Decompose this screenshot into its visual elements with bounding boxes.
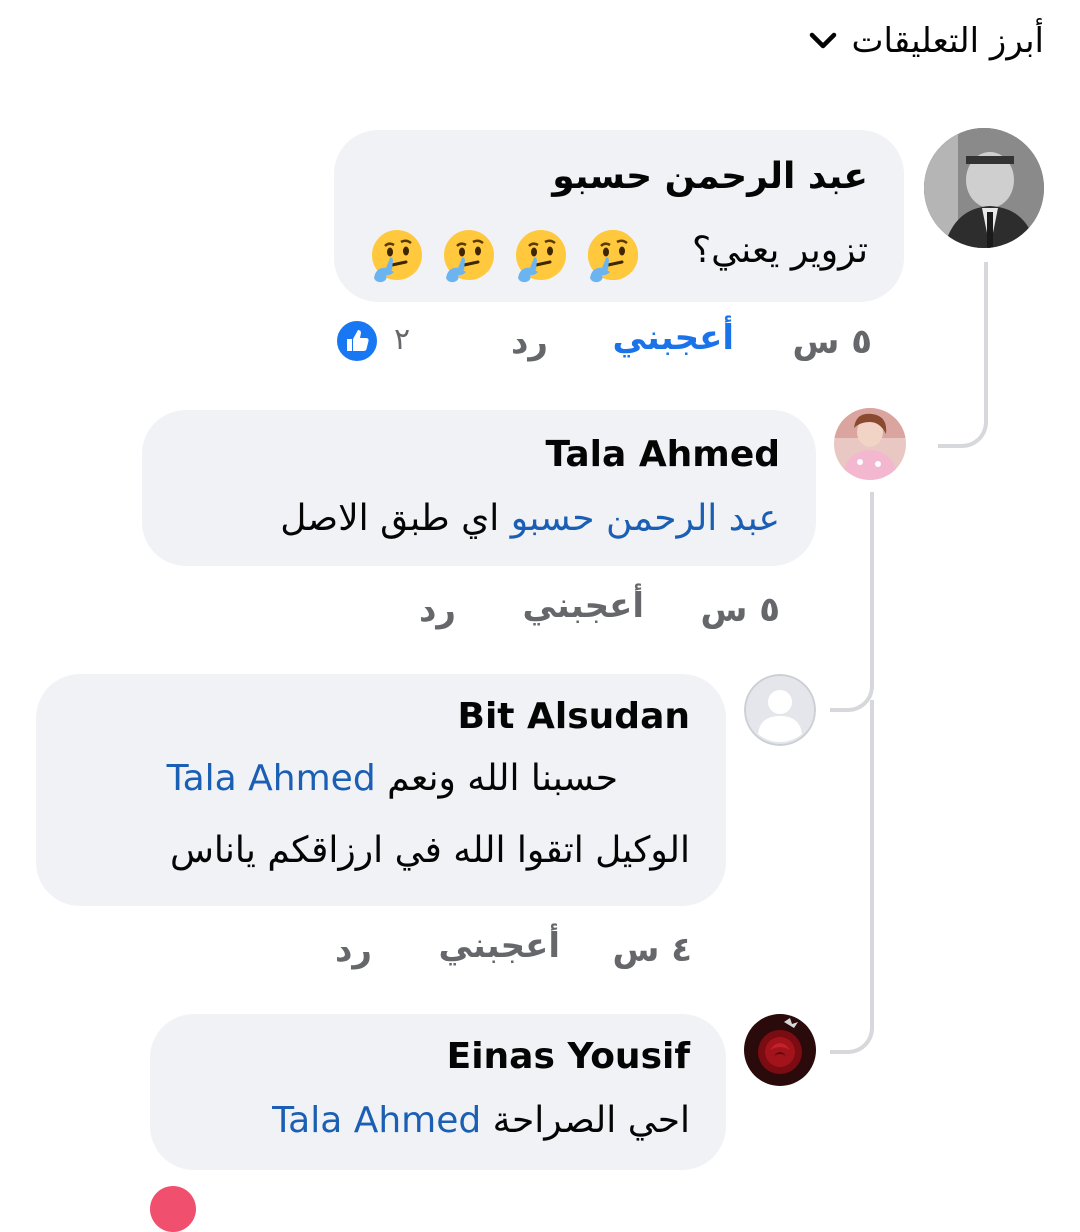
comment-author[interactable]: Bit Alsudan bbox=[458, 696, 690, 737]
comment-bubble: Einas Yousif احي الصراحة Tala Ahmed bbox=[150, 1014, 726, 1170]
comment-text-line: احي الصراحة Tala Ahmed bbox=[272, 1100, 690, 1141]
mention-link[interactable]: عبد الرحمن حسبو bbox=[511, 498, 780, 539]
comment-time[interactable]: ٥ س bbox=[792, 322, 872, 362]
thinking-face-icon bbox=[516, 230, 566, 283]
thinking-face-icon bbox=[588, 230, 638, 283]
comment-time[interactable]: ٥ س bbox=[700, 590, 780, 630]
avatar[interactable] bbox=[744, 674, 816, 746]
thread-line-reply-2 bbox=[830, 700, 874, 1054]
reply-button[interactable]: رد bbox=[419, 590, 456, 630]
comment-bubble: Tala Ahmed عبد الرحمن حسبو اي طبق الاصل bbox=[142, 410, 816, 566]
reply-button[interactable]: رد bbox=[335, 930, 372, 970]
sort-comments-dropdown[interactable]: أبرز التعليقات bbox=[808, 14, 1044, 68]
thread-line-reply-1 bbox=[830, 492, 874, 712]
avatar[interactable] bbox=[924, 128, 1044, 248]
reaction-count[interactable]: ٢ bbox=[394, 322, 410, 357]
comment-text-line: حسبنا الله ونعم Tala Ahmed bbox=[167, 758, 618, 799]
like-button[interactable]: أعجبني bbox=[612, 318, 734, 358]
like-button[interactable]: أعجبني bbox=[522, 586, 644, 626]
reply-button[interactable]: رد bbox=[511, 322, 548, 362]
comment-text: تزوير يعني؟ bbox=[692, 230, 868, 271]
comment-text: احي الصراحة bbox=[492, 1100, 690, 1141]
comment-bubble: عبد الرحمن حسبو تزوير يعني؟ bbox=[334, 130, 904, 302]
comment-author[interactable]: Tala Ahmed bbox=[545, 434, 780, 475]
comment-time[interactable]: ٤ س bbox=[612, 930, 692, 970]
sort-label: أبرز التعليقات bbox=[851, 21, 1044, 61]
comment-text: اي طبق الاصل bbox=[280, 498, 500, 539]
mention-link[interactable]: Tala Ahmed bbox=[167, 758, 376, 799]
comment-text: حسبنا الله ونعم bbox=[387, 758, 618, 799]
avatar[interactable] bbox=[744, 1014, 816, 1086]
avatar[interactable] bbox=[834, 408, 906, 480]
like-reaction-icon[interactable] bbox=[334, 318, 380, 364]
chevron-down-icon bbox=[809, 32, 836, 49]
comment-emojis bbox=[368, 228, 642, 286]
partial-reaction-icon bbox=[150, 1186, 196, 1232]
comment-author[interactable]: Einas Yousif bbox=[447, 1036, 690, 1077]
comment-text-line: عبد الرحمن حسبو اي طبق الاصل bbox=[280, 498, 780, 539]
thinking-face-icon bbox=[372, 230, 422, 283]
comment-text-line-2: الوكيل اتقوا الله في ارزاقكم ياناس bbox=[169, 830, 690, 871]
comment-bubble: Bit Alsudan حسبنا الله ونعم Tala Ahmed ا… bbox=[36, 674, 726, 906]
thread-line-main bbox=[938, 262, 988, 448]
mention-link[interactable]: Tala Ahmed bbox=[272, 1100, 481, 1141]
like-button[interactable]: أعجبني bbox=[438, 926, 560, 966]
thinking-face-icon bbox=[444, 230, 494, 283]
comment-author[interactable]: عبد الرحمن حسبو bbox=[552, 156, 868, 197]
